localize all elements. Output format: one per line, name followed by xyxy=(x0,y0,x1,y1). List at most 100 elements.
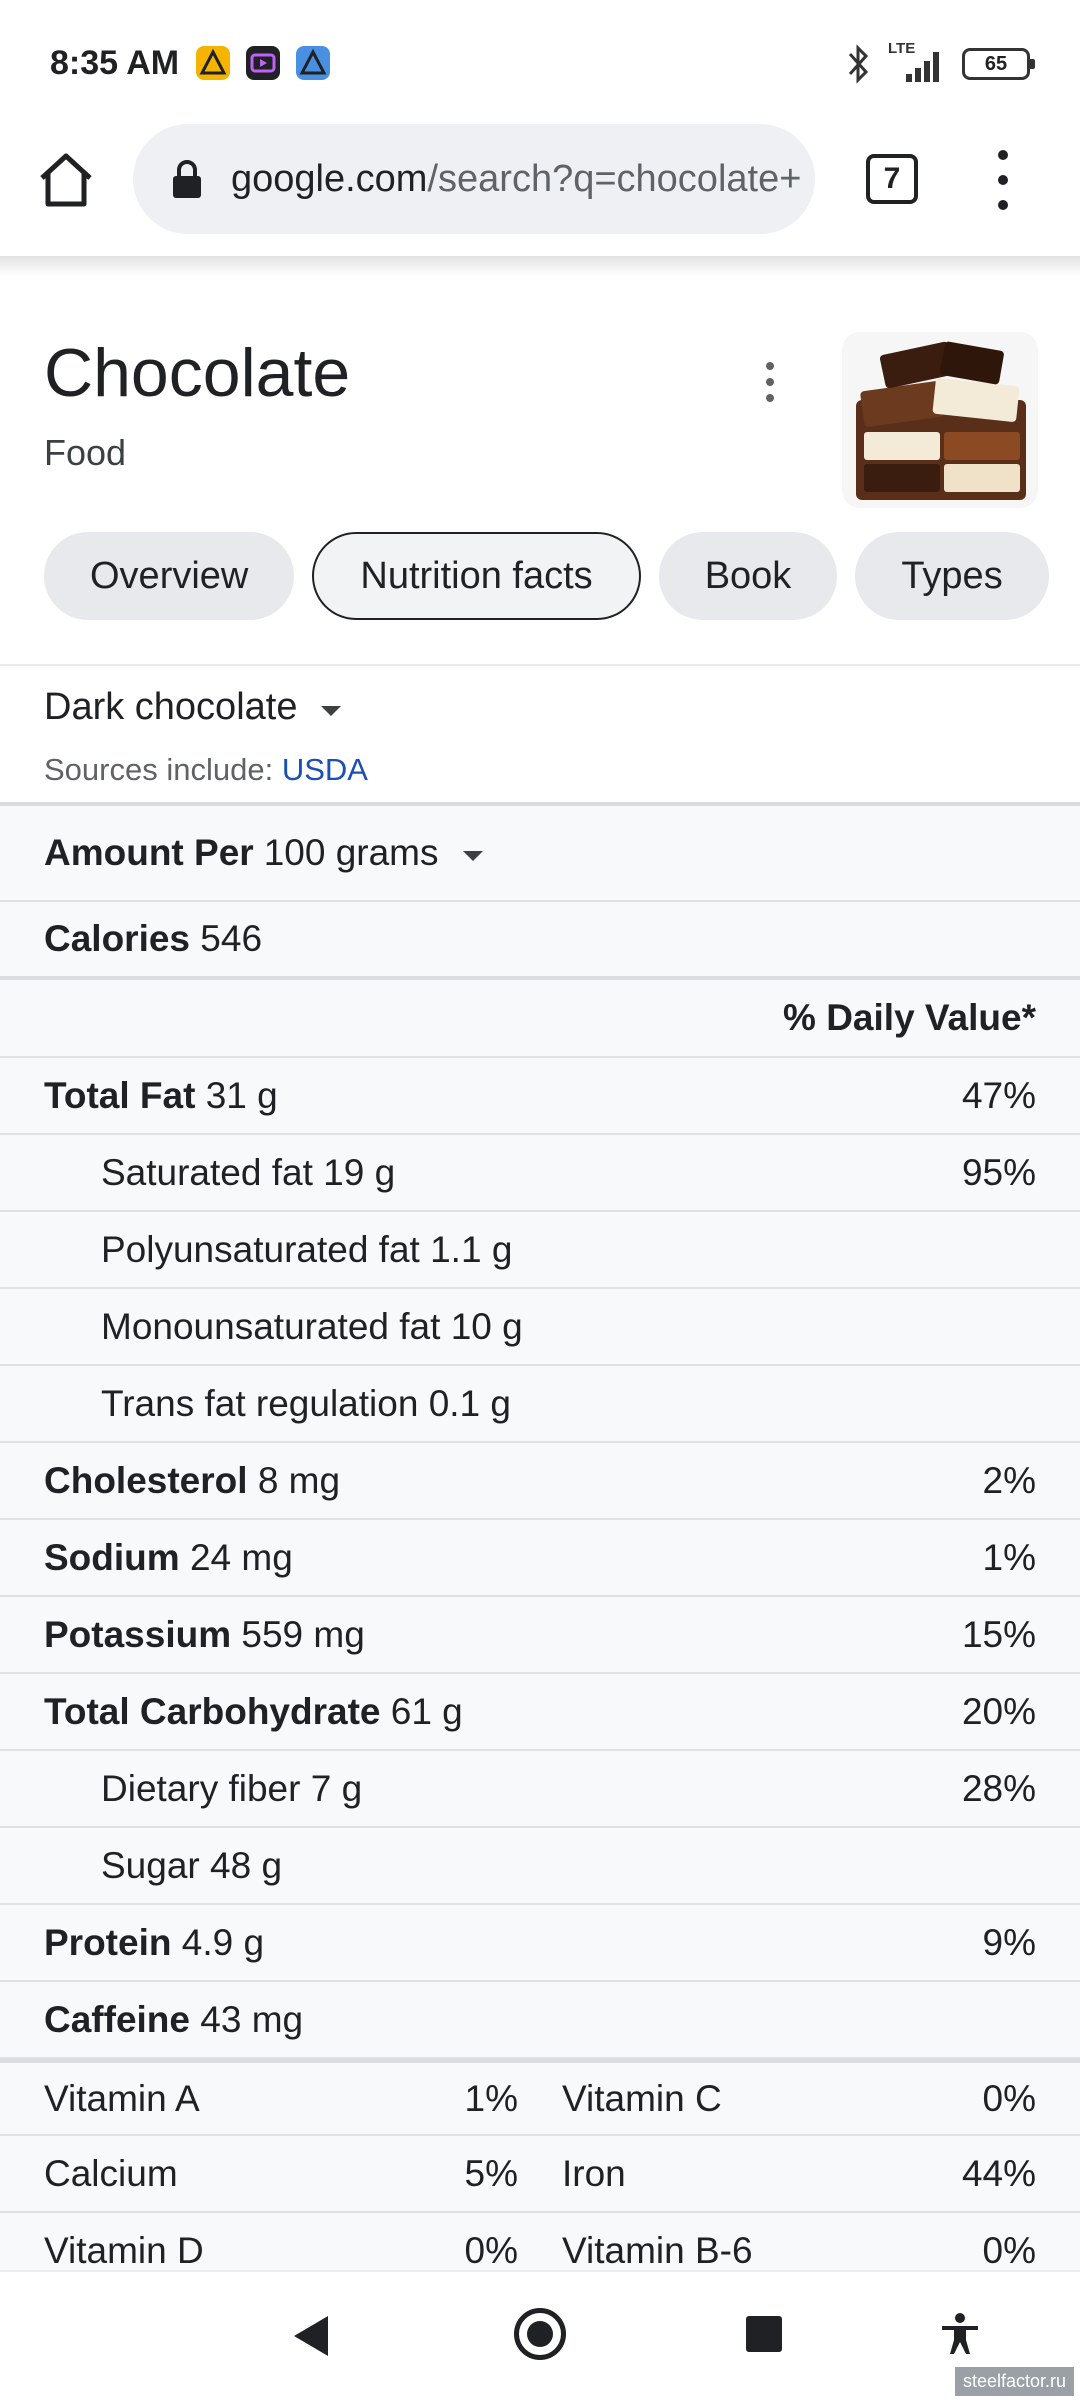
variety-label: Dark chocolate xyxy=(44,686,298,728)
entity-title: Chocolate xyxy=(44,335,351,411)
nutrient-dv: 95% xyxy=(961,1151,1036,1193)
tab-switcher-button[interactable]: 7 xyxy=(866,154,918,204)
home-icon xyxy=(40,153,92,207)
address-bar[interactable]: google.com/search?q=chocolate+ xyxy=(133,124,815,234)
more-options-icon[interactable] xyxy=(760,362,780,402)
nutrient-label: Caffeine xyxy=(44,1998,190,2040)
vitamin-name: Calcium xyxy=(44,2152,178,2194)
vitamin-name: Vitamin C xyxy=(562,2077,722,2119)
nutrition-table: Amount Per 100 grams Calories 546 % Dail… xyxy=(0,802,1080,2290)
nutrient-amount: 24 mg xyxy=(189,1536,293,1578)
chip-book[interactable]: Book xyxy=(658,532,838,620)
nutrient-amount: 31 g xyxy=(205,1074,278,1116)
vitamin-value: 0% xyxy=(982,2229,1036,2271)
nutrient-amount: 7 g xyxy=(310,1767,363,1809)
signal-icon: LTE xyxy=(888,40,944,84)
bluetooth-icon xyxy=(848,44,869,84)
source-link-usda[interactable]: USDA xyxy=(282,752,368,787)
nutrient-label: Total Carbohydrate xyxy=(44,1690,381,1732)
notification-media-icon xyxy=(246,46,280,80)
chip-overview[interactable]: Overview xyxy=(44,532,295,620)
nutrient-label: Sugar xyxy=(101,1844,200,1886)
accessibility-icon[interactable] xyxy=(936,2310,984,2358)
lock-icon xyxy=(173,160,201,198)
nutrient-row-caffeine: Caffeine 43 mg xyxy=(0,1982,1080,2059)
vitamin-value: 44% xyxy=(961,2152,1036,2194)
calories-value: 546 xyxy=(200,918,263,959)
nutrient-label: Trans fat regulation xyxy=(101,1382,419,1424)
nutrient-amount: 4.9 g xyxy=(181,1921,265,1963)
vitamin-value: 0% xyxy=(464,2229,518,2271)
home-button[interactable] xyxy=(36,148,96,212)
nutrient-row-cholesterol: Cholesterol 8 mg 2% xyxy=(0,1443,1080,1520)
browser-menu-button[interactable] xyxy=(990,150,1016,210)
vitamin-name: Iron xyxy=(562,2152,626,2194)
url-domain: google.com xyxy=(231,158,428,200)
home-nav-icon[interactable] xyxy=(514,2308,566,2360)
dropdown-arrow-icon xyxy=(321,705,342,716)
nutrient-label: Saturated fat xyxy=(101,1151,313,1193)
toolbar-divider xyxy=(0,256,1080,276)
amount-value: 100 grams xyxy=(263,832,439,873)
nutrient-row-trans-fat: Trans fat regulation 0.1 g xyxy=(0,1366,1080,1443)
back-icon[interactable] xyxy=(294,2316,328,2356)
notification-app-icon xyxy=(196,46,230,80)
nutrient-row-total-fat: Total Fat 31 g 47% xyxy=(0,1058,1080,1135)
chip-nutrition-facts[interactable]: Nutrition facts xyxy=(312,532,641,620)
nutrient-dv: 28% xyxy=(961,1767,1036,1809)
vitamin-name: Vitamin D xyxy=(44,2229,204,2271)
vitamin-value: 0% xyxy=(982,2077,1036,2119)
sources-label: Sources include: xyxy=(44,752,282,787)
nutrient-dv: 2% xyxy=(982,1459,1036,1501)
sources-line: Sources include: USDA xyxy=(44,752,368,788)
nutrient-label: Cholesterol xyxy=(44,1459,248,1501)
entity-subtitle: Food xyxy=(44,432,127,473)
vitamin-value: 1% xyxy=(464,2077,518,2119)
nutrient-label: Sodium xyxy=(44,1536,180,1578)
calories-label: Calories xyxy=(44,918,191,959)
nutrient-amount: 559 mg xyxy=(241,1613,365,1655)
battery-indicator: 65 xyxy=(962,48,1035,80)
dropdown-arrow-icon xyxy=(462,851,483,861)
nutrient-row-total-carbohydrate: Total Carbohydrate 61 g 20% xyxy=(0,1674,1080,1751)
recents-icon[interactable] xyxy=(746,2316,782,2352)
system-navigation-bar xyxy=(0,2270,1080,2400)
vitamin-value: 5% xyxy=(464,2152,518,2194)
serving-size-selector[interactable]: Amount Per 100 grams xyxy=(0,802,1080,902)
nutrient-label: Potassium xyxy=(44,1613,232,1655)
nutrient-label: Total Fat xyxy=(44,1074,196,1116)
nutrient-amount: 1.1 g xyxy=(430,1228,513,1270)
chocolate-thumbnail[interactable] xyxy=(842,332,1038,508)
nutrient-amount: 43 mg xyxy=(200,1998,304,2040)
vitamin-row: Calcium 5% Iron 44% xyxy=(0,2136,1080,2213)
nutrient-row-saturated-fat: Saturated fat 19 g 95% xyxy=(0,1135,1080,1212)
nutrient-row-potassium: Potassium 559 mg 15% xyxy=(0,1597,1080,1674)
watermark: steelfactor.ru xyxy=(954,2367,1074,2396)
variety-dropdown[interactable]: Dark chocolate xyxy=(44,686,342,729)
section-divider xyxy=(0,664,1080,666)
status-bar: 8:35 AM LTE 65 xyxy=(0,0,1080,120)
nutrient-row-dietary-fiber: Dietary fiber 7 g 28% xyxy=(0,1751,1080,1828)
nutrient-label: Dietary fiber xyxy=(101,1767,301,1809)
nutrient-label: Monounsaturated fat xyxy=(101,1305,441,1347)
notification-app-icon-2 xyxy=(296,46,330,80)
chip-types[interactable]: Types xyxy=(855,532,1049,620)
browser-toolbar: google.com/search?q=chocolate+ 7 xyxy=(0,120,1080,256)
nutrient-amount: 10 g xyxy=(450,1305,523,1347)
nutrient-dv: 15% xyxy=(961,1613,1036,1655)
vitamin-row: Vitamin A 1% Vitamin C 0% xyxy=(0,2059,1080,2136)
nutrient-amount: 61 g xyxy=(390,1690,463,1732)
nutrient-amount: 0.1 g xyxy=(428,1382,511,1424)
nutrient-row-monounsaturated-fat: Monounsaturated fat 10 g xyxy=(0,1289,1080,1366)
nutrient-dv: 47% xyxy=(961,1074,1036,1116)
nutrient-amount: 48 g xyxy=(210,1844,283,1886)
daily-value-header: % Daily Value* xyxy=(0,980,1080,1058)
calories-row: Calories 546 xyxy=(0,902,1080,980)
url-text[interactable]: google.com/search?q=chocolate+ xyxy=(231,158,801,201)
nutrient-row-protein: Protein 4.9 g 9% xyxy=(0,1905,1080,1982)
nutrient-label: Protein xyxy=(44,1921,172,1963)
nutrient-label: Polyunsaturated fat xyxy=(101,1228,420,1270)
status-time: 8:35 AM xyxy=(50,44,180,82)
nutrient-row-sugar: Sugar 48 g xyxy=(0,1828,1080,1905)
nutrient-amount: 19 g xyxy=(323,1151,396,1193)
